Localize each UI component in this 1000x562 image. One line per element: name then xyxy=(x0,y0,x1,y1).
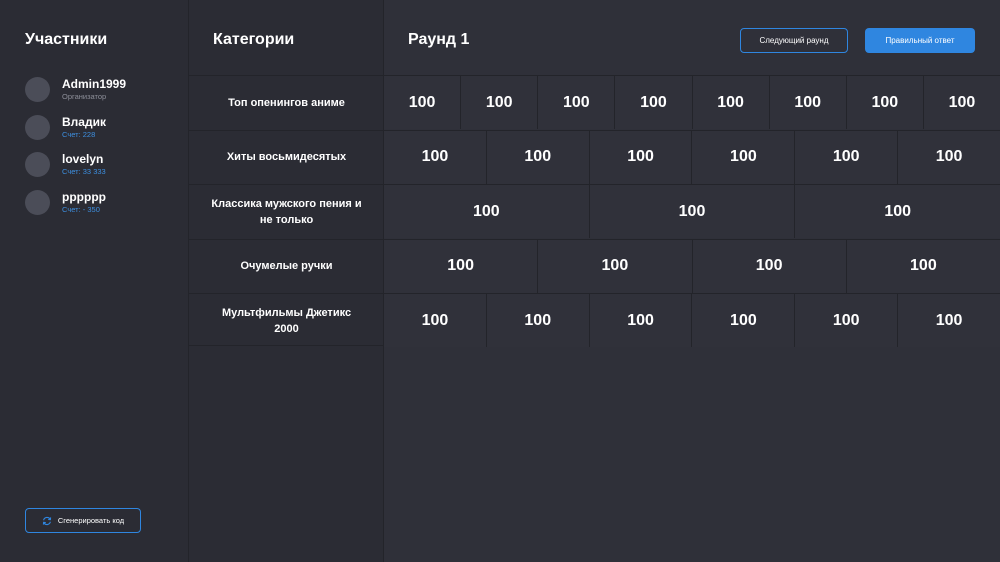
question-cell[interactable]: 100 xyxy=(384,130,487,184)
participant-item[interactable]: Admin1999 Организатор xyxy=(25,71,185,109)
categories-column: Категории Топ опенингов аниме Хиты восьми… xyxy=(189,0,384,562)
participants-list: Admin1999 Организатор Владик Счет: 228 lovel… xyxy=(25,71,185,221)
participant-score: Счет: 228 xyxy=(62,129,96,139)
question-cell[interactable]: 100 xyxy=(384,239,539,293)
generate-code-label: Сгенерировать код xyxy=(57,516,125,525)
question-cell[interactable]: 100 xyxy=(692,239,847,293)
participant-name: lovelyn xyxy=(62,152,104,167)
question-cell[interactable]: 100 xyxy=(589,185,796,238)
question-cell[interactable]: 100 xyxy=(486,294,590,347)
question-cell[interactable]: 100 xyxy=(538,76,616,129)
question-cell[interactable]: 100 xyxy=(461,76,539,129)
category-cell: Мультфильмы Джетикс 2000 xyxy=(189,293,384,347)
question-cell[interactable]: 100 xyxy=(589,130,693,184)
game-board: Раунд 1 Следующий раунд Правильный ответ… xyxy=(384,0,1000,562)
category-cell: Очумелые ручки xyxy=(189,238,384,293)
question-cell[interactable]: 100 xyxy=(384,185,590,238)
question-cell[interactable]: 100 xyxy=(769,76,847,129)
participant-score: Счет: 33 333 xyxy=(62,167,106,177)
question-cell[interactable]: 100 xyxy=(486,130,590,184)
question-cell[interactable]: 100 xyxy=(795,185,1000,238)
refresh-icon xyxy=(42,516,52,526)
category-cell: Классика мужского пения и не только xyxy=(189,184,384,238)
question-cell[interactable]: 100 xyxy=(692,76,770,129)
question-cell[interactable]: 100 xyxy=(538,239,693,293)
question-cell[interactable]: 100 xyxy=(795,130,899,184)
avatar xyxy=(25,114,50,140)
avatar xyxy=(25,77,50,103)
question-cell[interactable]: 100 xyxy=(795,294,899,347)
participants-sidebar: Участники Admin1999 Организатор Владик Счет… xyxy=(0,0,189,562)
board-row: 100 100 100 100 100 100 xyxy=(384,293,1000,347)
board-row: 100 100 100 100 100 100 100 100 xyxy=(384,75,1000,129)
participant-name: pppppp xyxy=(62,189,106,204)
category-cell: Топ опенингов аниме xyxy=(189,75,384,129)
participant-item[interactable]: lovelyn Счет: 33 333 xyxy=(25,146,185,184)
question-cell[interactable]: 100 xyxy=(589,294,693,347)
question-cell[interactable]: 100 xyxy=(923,76,1000,129)
sidebar-title: Участники xyxy=(25,31,108,48)
next-round-button[interactable]: Следующий раунд xyxy=(740,28,848,53)
participant-role: Организатор xyxy=(62,92,107,102)
board-row: 100 100 100 xyxy=(384,184,1000,238)
participant-name: Владик xyxy=(62,114,106,129)
round-title: Раунд 1 xyxy=(408,31,470,48)
correct-answer-button[interactable]: Правильный ответ xyxy=(865,28,975,53)
question-cell[interactable]: 100 xyxy=(898,294,1000,347)
avatar xyxy=(25,152,50,178)
participant-name: Admin1999 xyxy=(62,77,127,92)
board-row: 100 100 100 100 100 100 xyxy=(384,129,1000,184)
question-cell[interactable]: 100 xyxy=(384,294,487,347)
avatar xyxy=(25,189,50,215)
question-cell[interactable]: 100 xyxy=(846,239,1000,293)
question-cell[interactable]: 100 xyxy=(692,130,796,184)
participant-score: Счет: - 350 xyxy=(62,204,100,214)
question-cell[interactable]: 100 xyxy=(692,294,796,347)
participant-item[interactable]: pppppp Счет: - 350 xyxy=(25,184,185,222)
category-cell: Хиты восьмидесятых xyxy=(189,129,384,184)
question-cell[interactable]: 100 xyxy=(615,76,693,129)
question-cell[interactable]: 100 xyxy=(846,76,924,129)
question-cell[interactable]: 100 xyxy=(898,130,1000,184)
board-row: 100 100 100 100 xyxy=(384,238,1000,293)
question-cell[interactable]: 100 xyxy=(384,76,462,129)
participant-item[interactable]: Владик Счет: 228 xyxy=(25,109,185,147)
categories-title: Категории xyxy=(213,31,295,48)
generate-code-button[interactable]: Сгенерировать код xyxy=(25,508,141,533)
